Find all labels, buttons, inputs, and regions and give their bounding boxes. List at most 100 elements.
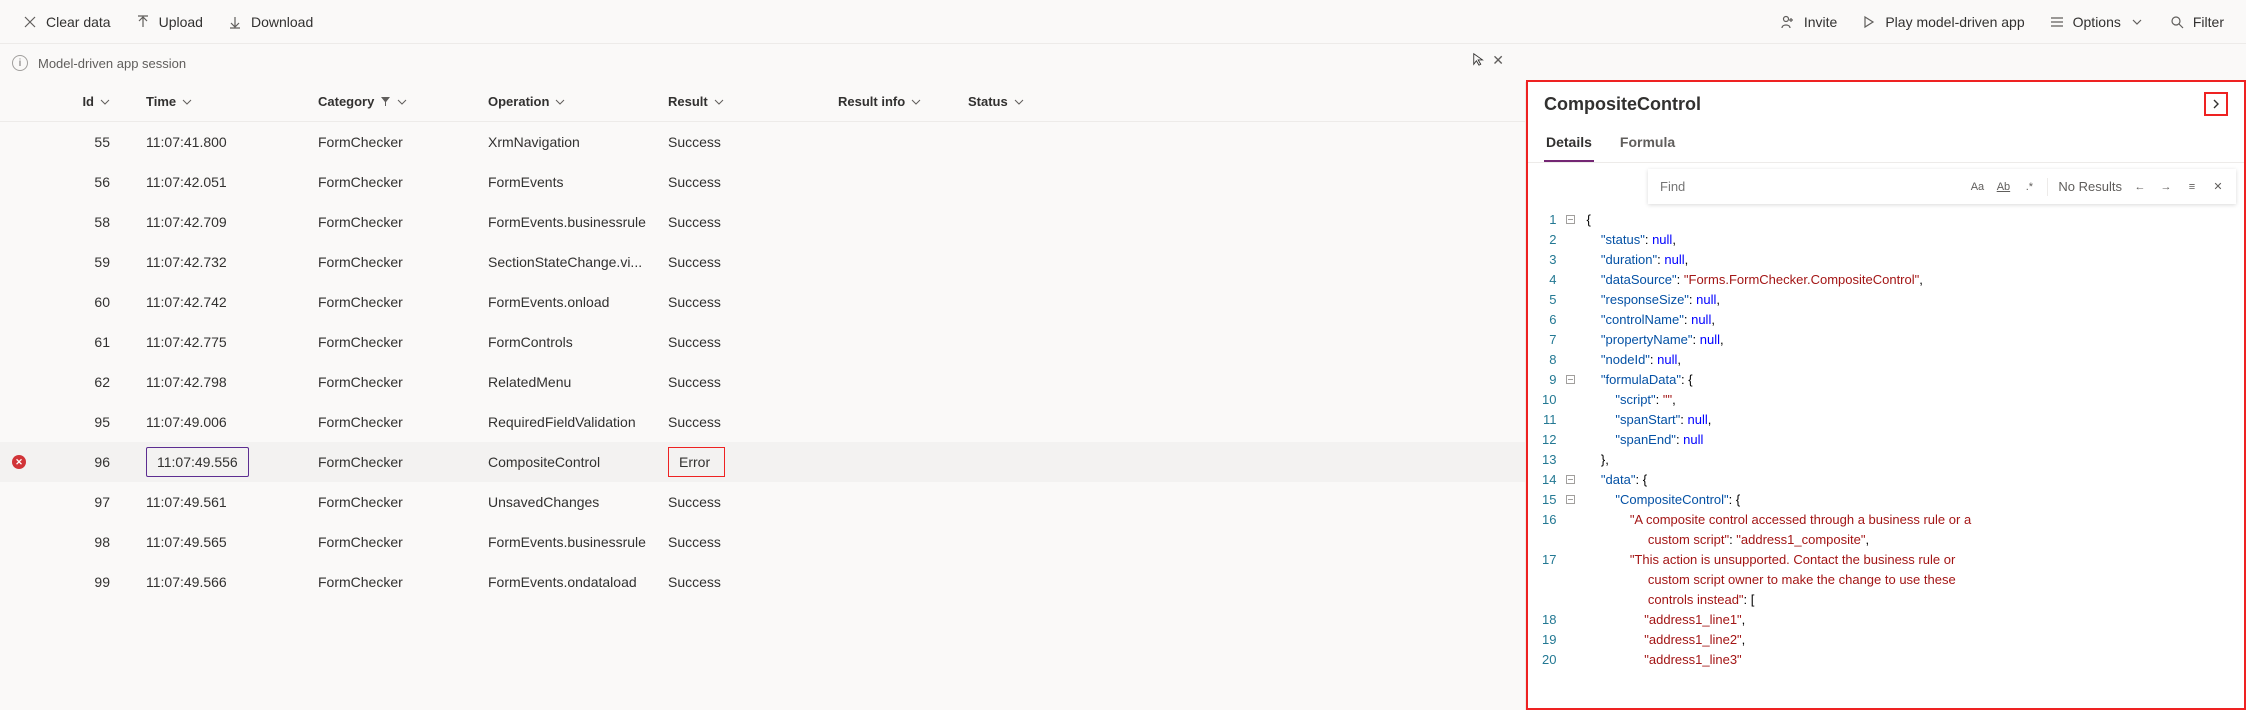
code-line: "status": null, [1586,230,1971,250]
cell-result: Success [656,414,826,430]
cell-id: 56 [46,174,134,190]
col-category[interactable]: Category [306,94,476,109]
cell-result: Success [656,534,826,550]
play-button[interactable]: Play model-driven app [1851,8,2034,36]
collapse-button[interactable] [2204,92,2228,116]
chevron-down-icon [182,97,192,107]
chevron-down-icon [100,97,110,107]
cell-time: 11:07:42.798 [134,374,306,390]
cell-id: 99 [46,574,134,590]
table-row[interactable]: ✕9611:07:49.556FormCheckerCompositeContr… [0,442,1525,482]
filter-button[interactable]: Filter [2159,8,2234,36]
code-line: "spanEnd": null [1586,430,1971,450]
grid-header-row: Id Time Category Operation Result Re [0,82,1525,122]
next-match-icon[interactable]: → [2158,179,2174,195]
code-line: "nodeId": null, [1586,350,1971,370]
code-line: "duration": null, [1586,250,1971,270]
cell-result: Success [656,254,826,270]
find-results-label: No Results [2058,179,2122,194]
cell-id: 55 [46,134,134,150]
code-line: "responseSize": null, [1586,290,1971,310]
col-operation[interactable]: Operation [476,94,656,109]
close-find-icon[interactable]: ✕ [2210,179,2226,195]
code-line: "address1_line1", [1586,610,1971,630]
find-bar: Aa Ab .* No Results ← → ≡ ✕ [1648,169,2236,204]
table-row[interactable]: 6011:07:42.742FormCheckerFormEvents.onlo… [0,282,1525,322]
cell-category: FormChecker [306,574,476,590]
options-button[interactable]: Options [2039,8,2155,36]
close-icon [22,14,38,30]
col-status[interactable]: Status [956,94,1056,109]
whole-word-icon[interactable]: Ab [1995,179,2011,195]
cell-category: FormChecker [306,534,476,550]
cell-id: 98 [46,534,134,550]
fold-toggle-icon[interactable] [1566,475,1575,484]
play-icon [1861,14,1877,30]
col-result[interactable]: Result [656,94,826,109]
cell-id: 59 [46,254,134,270]
person-add-icon [1780,14,1796,30]
table-row[interactable]: 6111:07:42.775FormCheckerFormControlsSuc… [0,322,1525,362]
cursor-icon [1472,52,1486,69]
cell-time: 11:07:49.566 [134,574,306,590]
cell-time: 11:07:49.561 [134,494,306,510]
download-label: Download [251,14,313,30]
tab-formula[interactable]: Formula [1618,124,1677,162]
code-viewer[interactable]: 1234567891011121314151617181920 { "statu… [1528,208,2244,708]
cell-time: 11:07:42.775 [134,334,306,350]
grid-body: 5511:07:41.800FormCheckerXrmNavigationSu… [0,122,1525,602]
fold-toggle-icon[interactable] [1566,215,1575,224]
prev-match-icon[interactable]: ← [2132,179,2148,195]
code-line: "data": { [1586,470,1971,490]
table-row[interactable]: 5811:07:42.709FormCheckerFormEvents.busi… [0,202,1525,242]
cell-id: 60 [46,294,134,310]
cell-operation: RequiredFieldValidation [476,414,656,430]
cell-operation: FormEvents.businessrule [476,214,656,230]
table-row[interactable]: 9911:07:49.566FormCheckerFormEvents.onda… [0,562,1525,602]
events-grid: Id Time Category Operation Result Re [0,82,1526,710]
toolbar: Clear data Upload Download Invite Play m… [0,0,2246,44]
cell-result: Success [656,334,826,350]
find-input[interactable] [1658,175,1959,198]
table-row[interactable]: 9811:07:49.565FormCheckerFormEvents.busi… [0,522,1525,562]
close-session-icon[interactable]: ✕ [1492,52,1504,69]
find-in-selection-icon[interactable]: ≡ [2184,179,2200,195]
list-icon [2049,14,2065,30]
invite-label: Invite [1804,14,1837,30]
cell-category: FormChecker [306,334,476,350]
invite-button[interactable]: Invite [1770,8,1847,36]
download-button[interactable]: Download [217,8,323,36]
col-id[interactable]: Id [46,94,134,109]
table-row[interactable]: 9511:07:49.006FormCheckerRequiredFieldVa… [0,402,1525,442]
chevron-down-icon [714,97,724,107]
col-time[interactable]: Time [134,94,306,109]
fold-toggle-icon[interactable] [1566,495,1575,504]
match-case-icon[interactable]: Aa [1969,179,1985,195]
clear-data-label: Clear data [46,14,111,30]
cell-operation: FormEvents [476,174,656,190]
session-label: Model-driven app session [38,56,186,71]
options-label: Options [2073,14,2121,30]
code-line: "dataSource": "Forms.FormChecker.Composi… [1586,270,1971,290]
table-row[interactable]: 9711:07:49.561FormCheckerUnsavedChangesS… [0,482,1525,522]
table-row[interactable]: 6211:07:42.798FormCheckerRelatedMenuSucc… [0,362,1525,402]
cell-operation: RelatedMenu [476,374,656,390]
cell-operation: FormEvents.onload [476,294,656,310]
table-row[interactable]: 5911:07:42.732FormCheckerSectionStateCha… [0,242,1525,282]
table-row[interactable]: 5511:07:41.800FormCheckerXrmNavigationSu… [0,122,1525,162]
upload-button[interactable]: Upload [125,8,213,36]
upload-icon [135,14,151,30]
tab-details[interactable]: Details [1544,124,1594,162]
table-row[interactable]: 5611:07:42.051FormCheckerFormEventsSucce… [0,162,1525,202]
cell-operation: UnsavedChanges [476,494,656,510]
fold-toggle-icon[interactable] [1566,375,1575,384]
regex-icon[interactable]: .* [2021,179,2037,195]
chevron-down-icon [911,97,921,107]
cell-result: Success [656,134,826,150]
download-icon [227,14,243,30]
col-result-info[interactable]: Result info [826,94,956,109]
cell-operation: CompositeControl [476,454,656,470]
code-line: "formulaData": { [1586,370,1971,390]
clear-data-button[interactable]: Clear data [12,8,121,36]
cell-result: Success [656,374,826,390]
